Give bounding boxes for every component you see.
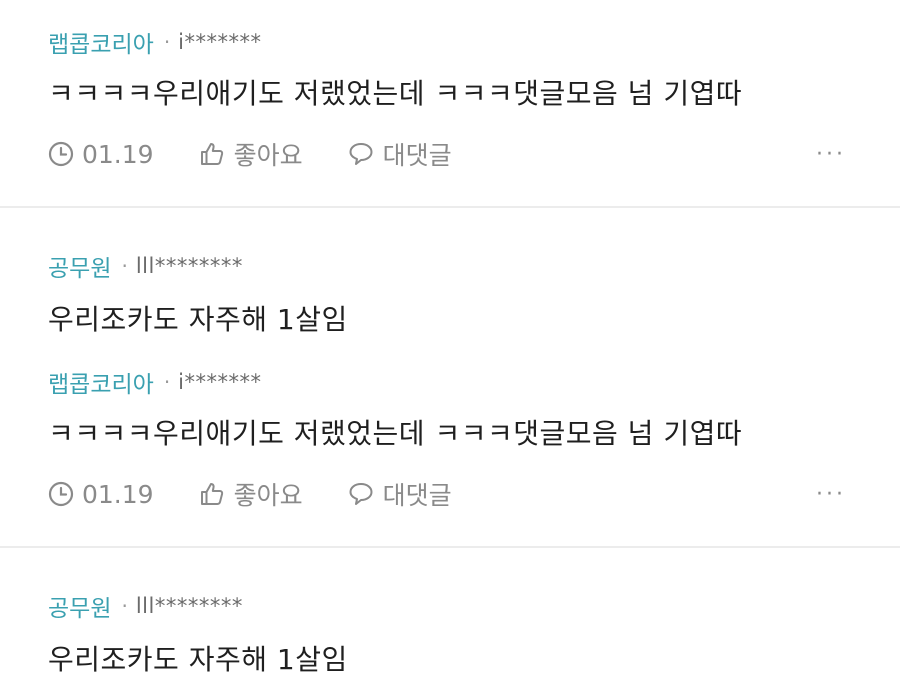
speech-bubble-icon	[349, 483, 373, 505]
comment-meta: 랩콥코리아 · i*******	[48, 362, 900, 402]
meta-separator: ·	[121, 254, 128, 278]
thumbs-up-icon	[200, 143, 223, 165]
reply-label: 대댓글	[382, 141, 452, 170]
like-label: 좋아요	[233, 141, 303, 170]
comment-meta: 공무원 · lll********	[48, 246, 900, 286]
author-name[interactable]: 랩콥코리아	[48, 365, 154, 399]
clock-icon	[48, 141, 74, 167]
like-button[interactable]: 좋아요	[198, 136, 303, 172]
masked-user-id: lll********	[135, 254, 243, 278]
comment-date: 01.19	[48, 140, 154, 169]
comment-text: 우리조카도 자주해 1살임	[48, 643, 348, 676]
more-icon[interactable]: ···	[816, 142, 846, 167]
reply-button[interactable]: 대댓글	[347, 476, 452, 512]
speech-bubble-icon	[349, 143, 373, 165]
reply-button[interactable]: 대댓글	[347, 136, 452, 172]
comment-item: 랩콥코리아 · i******* ㅋㅋㅋㅋ우리애기도 저랬었는데 ㅋㅋㅋ댓글모음…	[0, 0, 900, 174]
masked-user-id: i*******	[178, 370, 262, 394]
masked-user-id: lll********	[135, 594, 243, 618]
comment-actions: 01.19 좋아요 대댓글 ···	[48, 474, 900, 514]
meta-separator: ·	[163, 30, 171, 54]
author-name[interactable]: 공무원	[48, 249, 111, 283]
date-text: 01.19	[82, 139, 154, 169]
date-text: 01.19	[82, 479, 154, 509]
comment-text: ㅋㅋㅋㅋ우리애기도 저랬었는데 ㅋㅋㅋ댓글모음 넘 기엽따	[48, 417, 743, 450]
more-icon[interactable]: ···	[816, 482, 846, 507]
like-label: 좋아요	[233, 481, 303, 510]
comment-item: 공무원 · lll******** 우리조카도 자주해 1살임	[0, 208, 900, 340]
comment-text: ㅋㅋㅋㅋ우리애기도 저랬었는데 ㅋㅋㅋ댓글모음 넘 기엽따	[48, 77, 743, 110]
thumbs-up-icon	[200, 483, 223, 505]
comment-meta: 랩콥코리아 · i*******	[48, 22, 900, 62]
comment-date: 01.19	[48, 480, 154, 509]
comment-actions: 01.19 좋아요 대댓글 ···	[48, 134, 900, 174]
clock-icon	[48, 481, 74, 507]
meta-separator: ·	[163, 370, 171, 394]
author-name[interactable]: 랩콥코리아	[48, 25, 154, 59]
masked-user-id: i*******	[178, 30, 262, 54]
like-button[interactable]: 좋아요	[198, 476, 303, 512]
comment-meta: 공무원 · lll********	[48, 586, 900, 626]
comment-text: 우리조카도 자주해 1살임	[48, 303, 348, 336]
reply-label: 대댓글	[382, 481, 452, 510]
author-name[interactable]: 공무원	[48, 589, 111, 623]
meta-separator: ·	[121, 594, 128, 618]
comment-item: 공무원 · lll******** 우리조카도 자주해 1살임	[0, 548, 900, 680]
comment-item: 랩콥코리아 · i******* ㅋㅋㅋㅋ우리애기도 저랬었는데 ㅋㅋㅋ댓글모음…	[0, 340, 900, 514]
